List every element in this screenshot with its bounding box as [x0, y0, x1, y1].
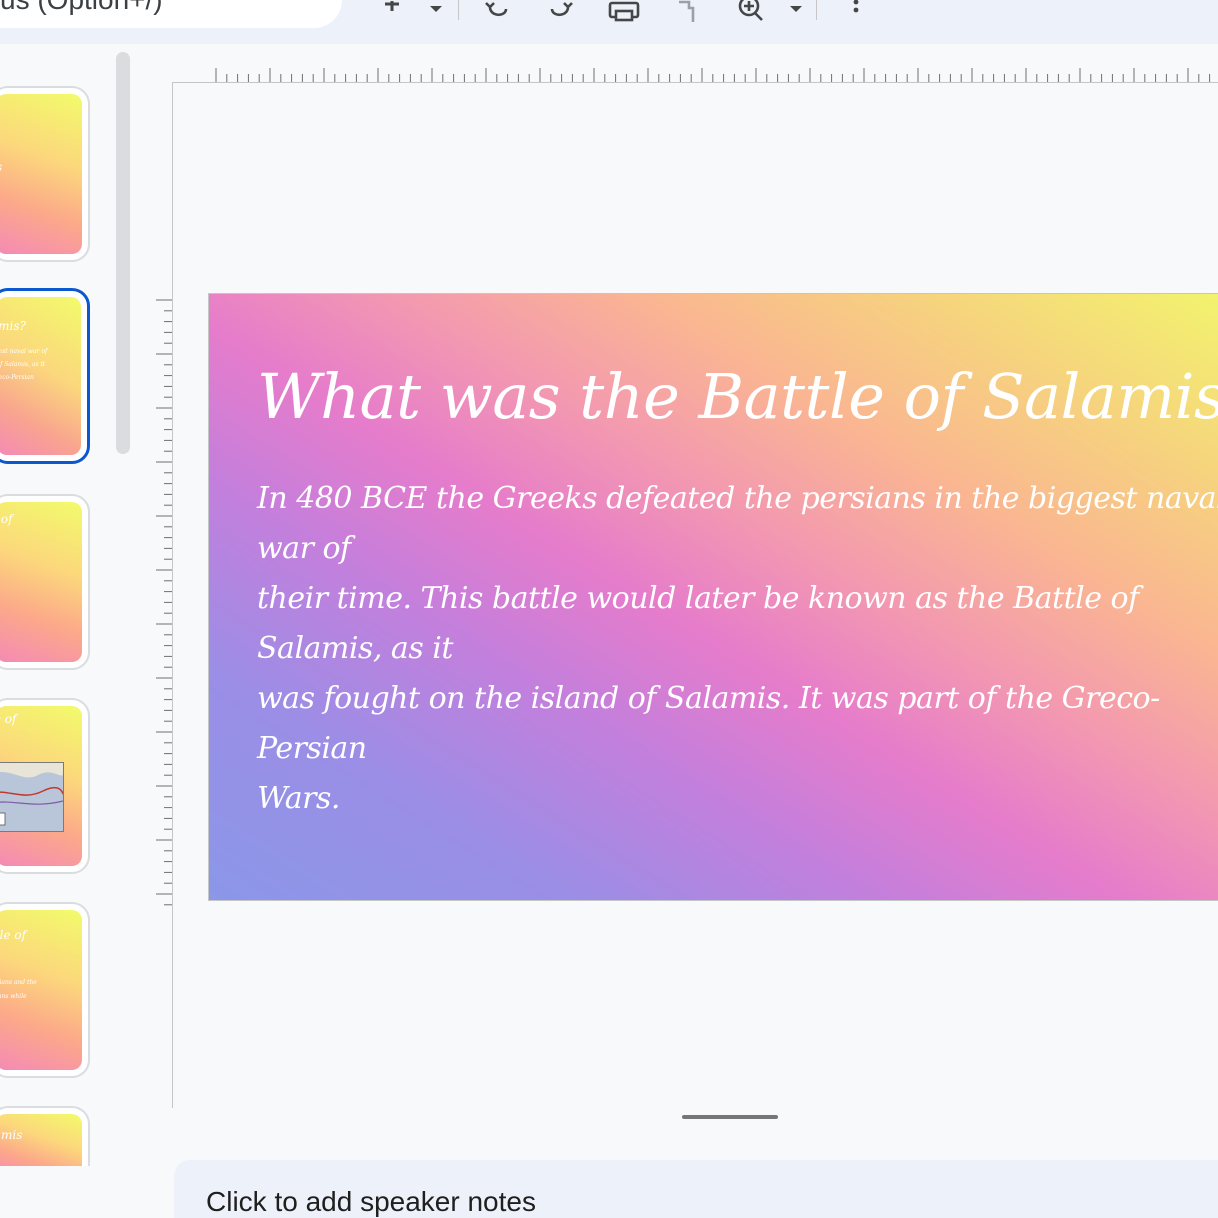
- slide-thumbnail-selected[interactable]: amis? ggest naval war of e of Salamis, a…: [0, 288, 90, 464]
- thumbnail-background: e of: [0, 502, 82, 662]
- slide-title[interactable]: What was the Battle of Salamis?: [257, 360, 1218, 433]
- thumbnail-title: ttle of: [0, 928, 27, 942]
- slide-body-text[interactable]: In 480 BCE the Greeks defeated the persi…: [257, 474, 1218, 824]
- slide-thumbnail[interactable]: ttle of ersians and the rsians while: [0, 902, 90, 1078]
- thumbnail-body-line: ersians and the: [0, 979, 37, 986]
- speaker-notes-placeholder[interactable]: Click to add speaker notes: [206, 1186, 536, 1218]
- thumbnail-title: amis?: [0, 319, 26, 333]
- slide-thumbnail[interactable]: le of: [0, 698, 90, 874]
- thumbnail-title: lamis: [0, 1128, 23, 1142]
- thumbnail-background: lamis: [0, 1114, 82, 1166]
- vertical-ruler[interactable]: [152, 296, 172, 906]
- horizontal-ruler[interactable]: [212, 64, 1218, 82]
- more-vert-icon[interactable]: [838, 0, 874, 24]
- thumbnail-background: ttle of ersians and the rsians while: [0, 910, 82, 1070]
- speaker-notes-panel[interactable]: Click to add speaker notes: [174, 1160, 1218, 1218]
- menu-search-box[interactable]: us (Option+/): [0, 0, 342, 28]
- plus-icon[interactable]: [374, 0, 410, 24]
- slide-thumbnail[interactable]: lamis: [0, 1106, 90, 1166]
- thumbnail-background: le of: [0, 706, 82, 866]
- thumbnail-body-line: rsians while: [0, 993, 27, 1000]
- paint-format-icon[interactable]: [668, 0, 704, 24]
- body-line: Wars.: [257, 781, 340, 816]
- thumbnail-body-line: e of Salamis, as it: [0, 361, 45, 368]
- thumbnail-map-image: [0, 762, 64, 832]
- thumbnail-title: s: [0, 160, 82, 174]
- thumbnail-background: amis? ggest naval war of e of Salamis, a…: [0, 297, 81, 455]
- notes-resize-handle[interactable]: [682, 1115, 778, 1119]
- new-menu-caret-down-icon[interactable]: [418, 0, 454, 24]
- body-line: their time. This battle would later be k…: [257, 581, 1139, 666]
- thumbnail-body-line: Greco-Persian: [0, 374, 34, 381]
- undo-icon[interactable]: [480, 0, 516, 24]
- zoom-menu-caret-down-icon[interactable]: [778, 0, 814, 24]
- thumbnail-title: le of: [0, 712, 17, 726]
- print-icon[interactable]: [606, 0, 642, 24]
- filmstrip-scrollbar[interactable]: [116, 52, 130, 454]
- current-slide[interactable]: What was the Battle of Salamis? In 480 B…: [208, 293, 1218, 901]
- redo-icon[interactable]: [542, 0, 578, 24]
- toolbar-divider: [816, 0, 817, 20]
- toolbar-divider: [458, 0, 459, 20]
- body-line: was fought on the island of Salamis. It …: [257, 681, 1160, 766]
- thumbnail-background: s: [0, 94, 82, 254]
- slide-thumbnail[interactable]: e of: [0, 494, 90, 670]
- thumbnail-body-line: ggest naval war of: [0, 348, 48, 355]
- slides-editor: us (Option+/): [0, 0, 1218, 1218]
- body-line: In 480 BCE the Greeks defeated the persi…: [257, 481, 1218, 566]
- toolbar: us (Option+/): [0, 0, 1218, 44]
- menu-search-text: us (Option+/): [0, 0, 163, 16]
- slide-thumbnail[interactable]: s: [0, 86, 90, 262]
- zoom-icon[interactable]: [734, 0, 770, 24]
- thumbnail-title: e of: [0, 512, 13, 526]
